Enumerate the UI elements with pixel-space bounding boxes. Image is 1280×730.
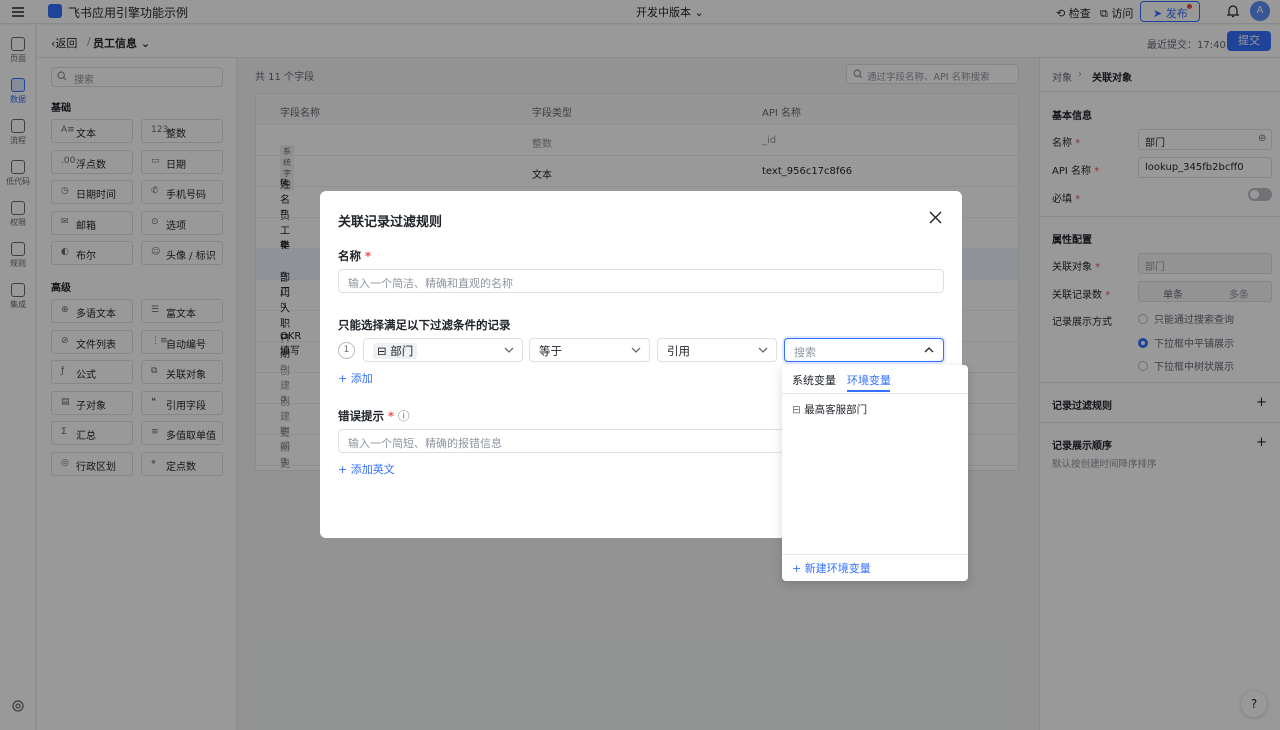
variable-icon: ⊟	[792, 404, 801, 416]
new-env-variable-button[interactable]: + 新建环境变量	[792, 560, 871, 576]
add-condition-button[interactable]: + 添加	[338, 370, 373, 386]
variable-dropdown: 系统变量 环境变量 ⊟ 最高客服部门 + 新建环境变量	[782, 365, 968, 581]
condition-index: 1	[338, 342, 355, 359]
list-item[interactable]: ⊟ 最高客服部门	[792, 402, 867, 417]
add-english-button[interactable]: + 添加英文	[338, 461, 395, 477]
close-icon[interactable]	[928, 210, 943, 225]
tab-env-variables[interactable]: 环境变量	[847, 372, 891, 388]
chevron-up-icon[interactable]	[924, 346, 934, 353]
info-icon[interactable]: ⓘ	[398, 409, 410, 423]
plus-icon: +	[792, 562, 802, 575]
divider	[782, 393, 968, 394]
condition-value-type-select[interactable]: 引用	[657, 338, 777, 362]
lookup-field-icon: ⊟	[377, 344, 387, 358]
active-tab-indicator	[847, 390, 890, 392]
value-search-input[interactable]: 搜索	[784, 338, 944, 362]
chevron-down-icon	[504, 347, 514, 353]
dialog-title: 关联记录过滤规则	[338, 215, 443, 230]
name-label: 名称 *	[338, 249, 372, 263]
rule-name-input[interactable]: 输入一个简洁、精确和直观的名称	[338, 269, 944, 293]
plus-icon: +	[338, 463, 348, 476]
plus-icon: +	[338, 372, 348, 385]
condition-operator-select[interactable]: 等于	[529, 338, 650, 362]
chevron-down-icon	[758, 347, 768, 353]
condition-field-select[interactable]: ⊟ 部门	[363, 338, 523, 362]
error-label: 错误提示 * ⓘ	[338, 409, 410, 423]
divider	[782, 554, 968, 555]
condition-title: 只能选择满足以下过滤条件的记录	[338, 318, 511, 332]
chevron-down-icon	[631, 347, 641, 353]
tab-system-variables[interactable]: 系统变量	[792, 372, 836, 388]
